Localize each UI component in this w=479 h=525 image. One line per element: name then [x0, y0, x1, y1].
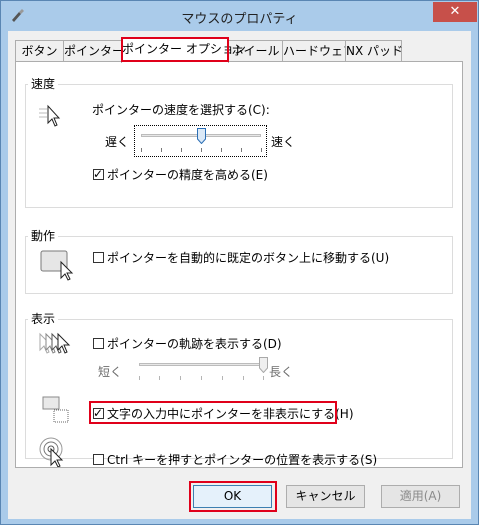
trail-long-label: 長く — [269, 365, 294, 379]
motion-group — [25, 236, 453, 294]
snap-to-default-label[interactable]: ポインターを自動的に既定のボタン上に移動する(U) — [107, 251, 389, 265]
cancel-button[interactable]: キャンセル — [286, 485, 365, 508]
pointer-speed-icon — [39, 104, 61, 127]
visibility-group-label: 表示 — [28, 312, 59, 326]
tab-panel: 速度 ポインターの速度を選択する(C): 遅く 速く ✓ ポインターの精度を高め… — [15, 61, 463, 468]
trail-length-thumb — [258, 357, 268, 373]
tab-pointer-options[interactable]: ポインター オプション — [121, 38, 246, 63]
mouse-properties-window: マウスのプロパティ ✕ ボタン ポインター ポインター オプション ホイール ハ… — [0, 0, 479, 525]
close-button[interactable]: ✕ — [433, 2, 477, 22]
motion-group-label: 動作 — [28, 229, 59, 243]
window-title: マウスのプロパティ — [181, 12, 298, 27]
speed-fast-label: 速く — [271, 135, 296, 149]
check-icon: ✓ — [93, 406, 104, 420]
ctrl-show-location-checkbox[interactable] — [93, 454, 104, 465]
pointer-trails-label[interactable]: ポインターの軌跡を表示する(D) — [107, 337, 282, 351]
hide-while-typing-icon — [42, 396, 69, 423]
title-bar[interactable]: マウスのプロパティ ✕ — [1, 1, 478, 31]
trail-length-track — [139, 363, 263, 366]
speed-group-label: 速度 — [28, 77, 59, 91]
check-icon: ✓ — [93, 167, 104, 181]
close-icon: ✕ — [449, 4, 461, 19]
apply-button[interactable]: 適用(A) — [381, 485, 460, 508]
snap-to-button-icon — [40, 250, 74, 281]
show-location-ctrl-icon — [39, 437, 64, 467]
hide-while-typing-label[interactable]: 文字の入力中にポインターを非表示にする(H) — [107, 407, 354, 421]
speed-slow-label: 遅く — [105, 135, 130, 149]
trail-length-ticks — [139, 376, 264, 380]
ok-button[interactable]: OK — [193, 485, 272, 508]
dialog-client: ボタン ポインター ポインター オプション ホイール ハードウェア NX パッド… — [8, 31, 471, 519]
precision-checkbox-label[interactable]: ポインターの精度を高める(E) — [107, 168, 268, 182]
speed-slider-ticks — [141, 148, 262, 152]
precision-checkbox[interactable]: ✓ — [93, 167, 104, 181]
pointer-trails-icon — [39, 332, 71, 354]
tab-pointers[interactable]: ポインター — [63, 40, 124, 61]
speed-slider[interactable] — [134, 125, 267, 157]
trail-short-label: 短く — [98, 365, 123, 379]
ctrl-show-location-label[interactable]: Ctrl キーを押すとポインターの位置を表示する(S) — [107, 453, 377, 467]
tab-buttons[interactable]: ボタン — [15, 40, 64, 61]
speed-slider-thumb[interactable] — [196, 128, 206, 144]
pointer-trails-checkbox[interactable] — [93, 338, 104, 349]
tab-nx-pad[interactable]: NX パッド — [345, 40, 403, 61]
hide-while-typing-checkbox[interactable]: ✓ — [93, 406, 104, 420]
tab-hardware[interactable]: ハードウェア — [282, 40, 355, 61]
snap-to-default-checkbox[interactable] — [93, 252, 104, 263]
speed-select-label: ポインターの速度を選択する(C): — [92, 103, 270, 117]
